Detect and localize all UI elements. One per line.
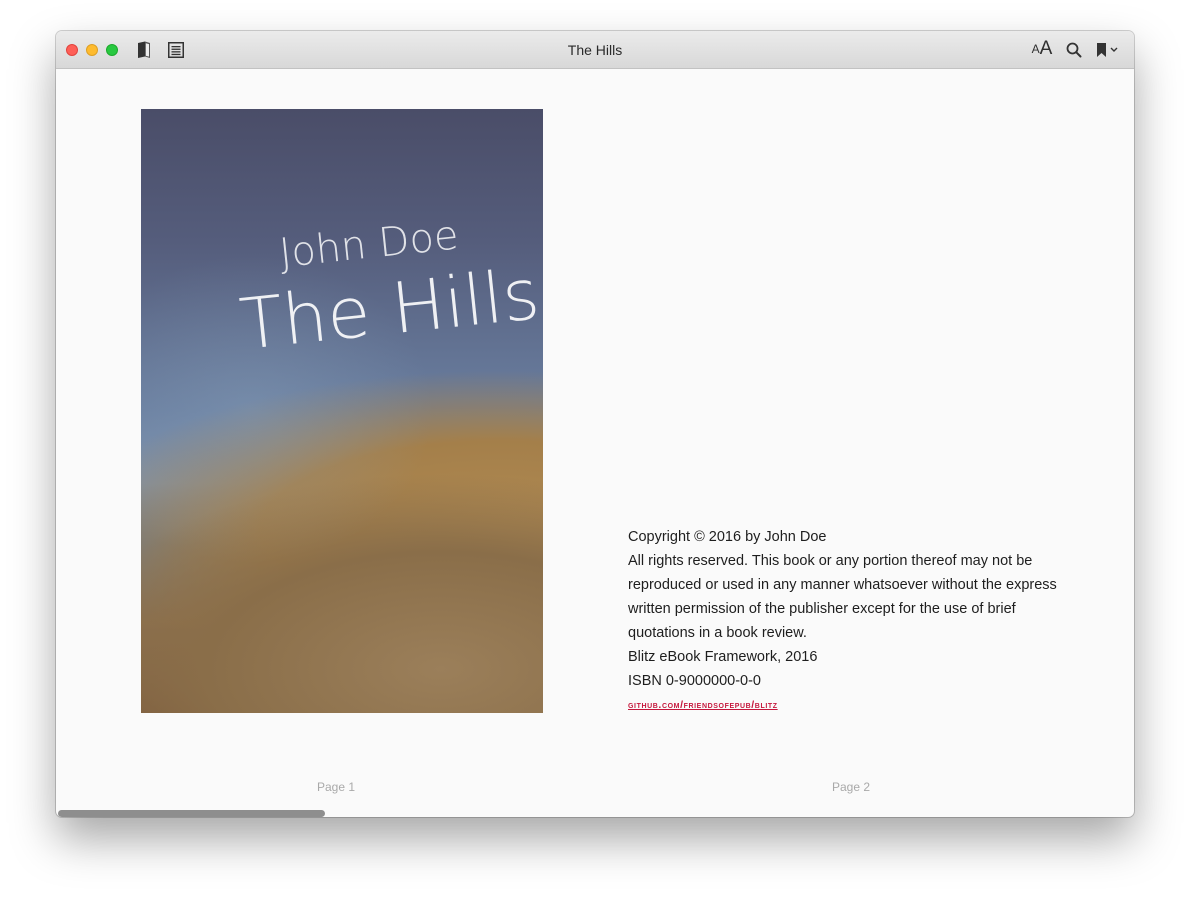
page-number-right: Page 2 xyxy=(832,780,871,794)
font-size-button[interactable]: AA xyxy=(1028,38,1056,59)
close-button[interactable] xyxy=(66,44,78,56)
bookmark-icon xyxy=(1097,43,1118,57)
book-cover: John Doe The Hills xyxy=(141,109,543,713)
window-title: The Hills xyxy=(567,42,623,58)
cover-title-art: John Doe The Hills xyxy=(236,212,543,365)
title-bar: The Hills AA xyxy=(56,31,1134,69)
search-icon[interactable] xyxy=(1064,40,1084,60)
rights-line: All rights reserved. This book or any po… xyxy=(628,553,1033,569)
isbn-line: ISBN 0-9000000-0-0 xyxy=(628,673,761,689)
rights-line: quotations in a book review. xyxy=(628,625,807,641)
copyright-block: Copyright © 2016 by John Doe All rights … xyxy=(628,525,1068,717)
github-link[interactable]: github.com/friendsofepub/blitz xyxy=(628,693,1068,717)
minimize-button[interactable] xyxy=(86,44,98,56)
book-icon[interactable] xyxy=(134,40,154,60)
zoom-button[interactable] xyxy=(106,44,118,56)
copyright-line: Copyright © 2016 by John Doe xyxy=(628,529,827,545)
font-size-large-label: A xyxy=(1039,38,1053,59)
book-icon-glyph xyxy=(138,41,150,58)
font-size-small-label: A xyxy=(1031,42,1040,56)
search-icon-glyph xyxy=(1066,42,1082,58)
rights-line: written permission of the publisher exce… xyxy=(628,601,1016,617)
horizontal-scrollbar[interactable] xyxy=(58,810,325,817)
bookmark-button[interactable] xyxy=(1092,40,1122,60)
list-icon[interactable] xyxy=(166,40,186,60)
page-number-left: Page 1 xyxy=(317,780,356,794)
list-icon-glyph xyxy=(168,42,184,58)
rights-line: reproduced or used in any manner whatsoe… xyxy=(628,577,1057,593)
reader-window: The Hills AA John Doe The Hills Copyrigh… xyxy=(56,31,1134,817)
publisher-line: Blitz eBook Framework, 2016 xyxy=(628,649,818,665)
